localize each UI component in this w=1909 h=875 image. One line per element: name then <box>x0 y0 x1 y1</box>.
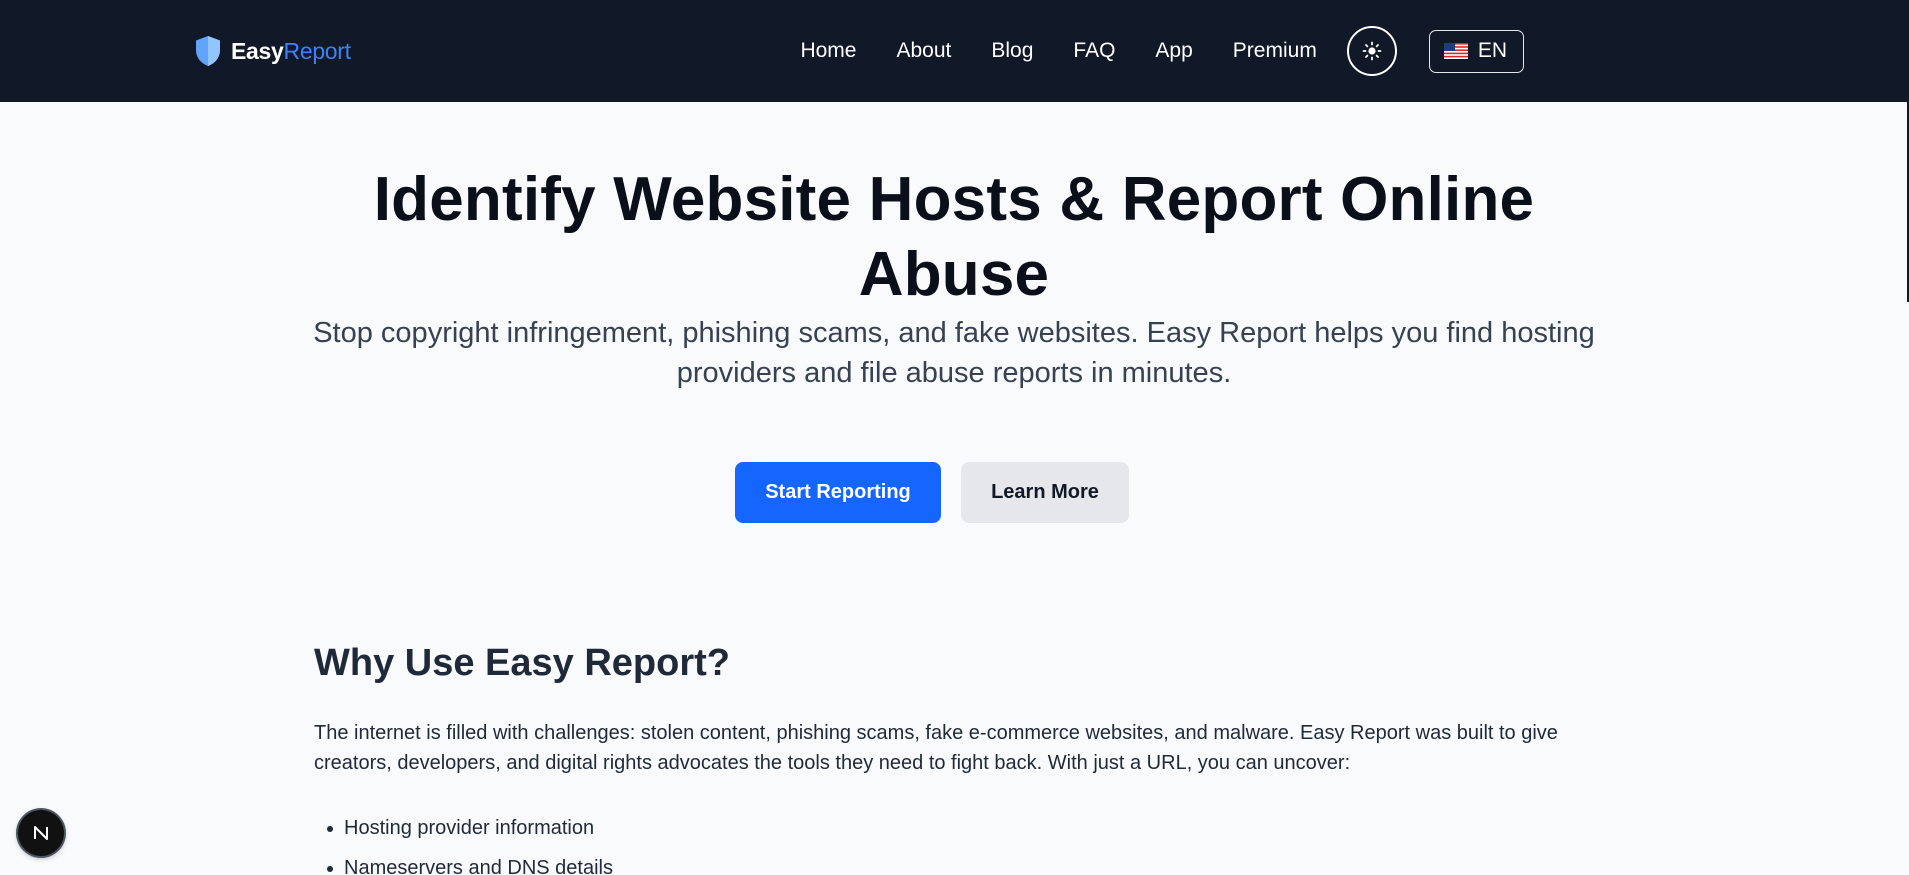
start-reporting-button[interactable]: Start Reporting <box>735 462 941 523</box>
sun-icon <box>1362 41 1382 61</box>
logo[interactable]: EasyReport <box>195 33 351 69</box>
site-header: EasyReport Home About Blog FAQ App Premi… <box>0 0 1909 102</box>
list-item: Nameservers and DNS details <box>314 848 613 875</box>
logo-easy: Easy <box>231 37 284 64</box>
nav-home[interactable]: Home <box>800 39 856 63</box>
hero-title: Identify Website Hosts & Report Online A… <box>373 165 1535 309</box>
us-flag-icon <box>1443 43 1468 59</box>
logo-report: Report <box>283 37 352 64</box>
main-nav: Home About Blog FAQ App Premium EN <box>800 0 1524 102</box>
language-selector[interactable]: EN <box>1428 29 1524 73</box>
n-logo-icon <box>34 826 48 840</box>
dev-tools-badge[interactable] <box>18 810 64 856</box>
nav-app[interactable]: App <box>1155 39 1192 63</box>
nav-about[interactable]: About <box>896 39 951 63</box>
language-code: EN <box>1477 39 1507 62</box>
logo-text: EasyReport <box>231 38 351 65</box>
theme-toggle-button[interactable] <box>1346 26 1397 76</box>
nav-faq[interactable]: FAQ <box>1073 39 1115 63</box>
why-heading: Why Use Easy Report? <box>314 642 730 684</box>
nav-premium[interactable]: Premium <box>1233 39 1317 63</box>
nav-blog[interactable]: Blog <box>991 39 1033 63</box>
why-body: The internet is filled with challenges: … <box>314 722 1558 774</box>
hero-actions: Start Reporting Learn More <box>0 462 1909 523</box>
why-list: Hosting provider information Nameservers… <box>314 808 613 875</box>
hero-subtitle: Stop copyright infringement, phishing sc… <box>313 317 1595 389</box>
list-item: Hosting provider information <box>314 808 613 848</box>
shield-icon <box>196 36 220 66</box>
learn-more-button[interactable]: Learn More <box>961 462 1129 523</box>
